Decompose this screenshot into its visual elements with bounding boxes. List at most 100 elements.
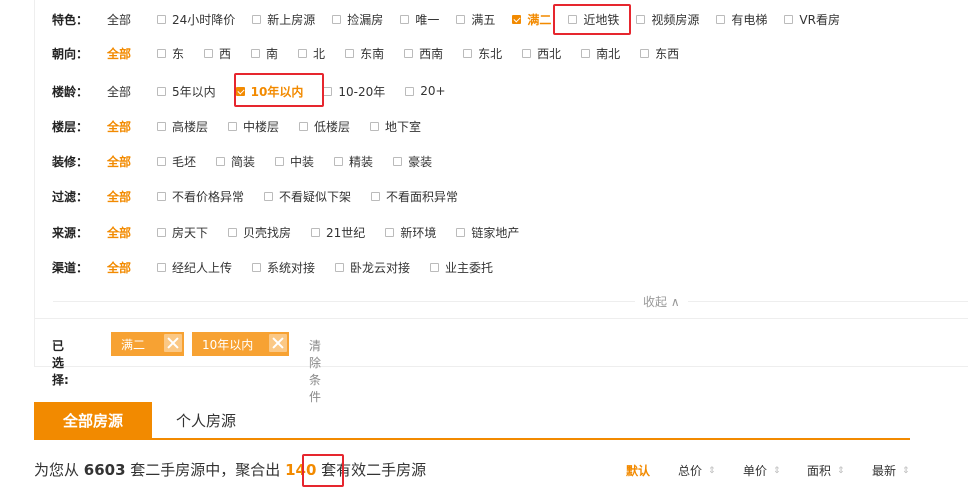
filter-option[interactable]: 21世纪 xyxy=(311,224,365,241)
filter-option[interactable]: 不看面积异常 xyxy=(371,188,458,205)
sort-option[interactable]: 默认 xyxy=(626,462,650,479)
filter-option[interactable]: 低楼层 xyxy=(299,118,350,135)
checkbox-icon[interactable] xyxy=(157,191,166,201)
tab-all-listings[interactable]: 全部房源 xyxy=(34,402,152,438)
filter-option[interactable]: 不看价格异常 xyxy=(157,188,244,205)
filter-option[interactable]: 24小时降价 xyxy=(157,11,235,28)
filter-option[interactable]: 满五 xyxy=(456,11,495,28)
filter-option[interactable]: 捡漏房 xyxy=(332,11,383,28)
filter-option[interactable]: 高楼层 xyxy=(157,118,208,135)
clear-conditions-link[interactable]: 清除条件 xyxy=(309,337,321,405)
sort-option[interactable]: 总价 ⇕ xyxy=(678,462,716,479)
filter-option[interactable]: 经纪人上传 xyxy=(157,259,232,276)
filter-option[interactable]: 豪装 xyxy=(393,153,432,170)
filter-option[interactable]: 西 xyxy=(204,45,231,62)
filter-all-option[interactable]: 全部 xyxy=(107,259,131,276)
filter-option[interactable]: 东南 xyxy=(345,45,384,62)
filter-option[interactable]: 5年以内 xyxy=(157,83,216,100)
filter-all-option[interactable]: 全部 xyxy=(107,224,131,241)
filter-option[interactable]: 南 xyxy=(251,45,278,62)
filter-option[interactable]: 中楼层 xyxy=(228,118,279,135)
checkbox-icon[interactable] xyxy=(157,48,166,58)
filter-all-option[interactable]: 全部 xyxy=(107,11,131,28)
checkbox-icon[interactable] xyxy=(456,227,466,237)
remove-tag-icon[interactable] xyxy=(269,334,287,352)
checkbox-icon[interactable] xyxy=(157,156,166,166)
filter-option[interactable]: 业主委托 xyxy=(430,259,493,276)
checkbox-icon[interactable] xyxy=(157,86,166,96)
filter-option[interactable]: 不看疑似下架 xyxy=(264,188,351,205)
checkbox-icon[interactable] xyxy=(393,156,403,166)
checkbox-icon[interactable] xyxy=(311,227,321,237)
filter-all-option[interactable]: 全部 xyxy=(107,118,131,135)
checkbox-icon[interactable] xyxy=(581,48,591,58)
checkbox-icon[interactable] xyxy=(157,14,166,24)
sort-option[interactable]: 最新 ⇕ xyxy=(872,462,910,479)
checkbox-icon[interactable] xyxy=(400,14,410,24)
checkbox-icon[interactable] xyxy=(405,86,415,96)
checkbox-icon[interactable] xyxy=(371,191,381,201)
filter-all-option[interactable]: 全部 xyxy=(107,188,131,205)
filter-option[interactable]: 视频房源 xyxy=(636,11,699,28)
filter-option[interactable]: 贝壳找房 xyxy=(228,224,291,241)
checkbox-icon[interactable] xyxy=(228,121,238,131)
remove-tag-icon[interactable] xyxy=(164,334,182,352)
checkbox-icon[interactable] xyxy=(716,14,726,24)
filter-option[interactable]: 东北 xyxy=(463,45,502,62)
checkbox-icon[interactable] xyxy=(335,262,345,272)
filter-option[interactable]: 东西 xyxy=(640,45,679,62)
filter-option[interactable]: 满二 xyxy=(512,11,551,28)
sort-option[interactable]: 面积 ⇕ xyxy=(807,462,845,479)
checkbox-icon[interactable] xyxy=(252,262,262,272)
filter-option[interactable]: 系统对接 xyxy=(252,259,315,276)
checkbox-checked-icon[interactable] xyxy=(512,14,522,24)
filter-all-option[interactable]: 全部 xyxy=(107,153,131,170)
checkbox-icon[interactable] xyxy=(404,48,414,58)
checkbox-icon[interactable] xyxy=(332,14,342,24)
checkbox-icon[interactable] xyxy=(298,48,308,58)
tab-personal-listings[interactable]: 个人房源 xyxy=(176,402,236,438)
checkbox-icon[interactable] xyxy=(204,48,214,58)
checkbox-icon[interactable] xyxy=(334,156,344,166)
filter-all-option[interactable]: 全部 xyxy=(107,83,131,100)
checkbox-icon[interactable] xyxy=(430,262,440,272)
filter-option[interactable]: 地下室 xyxy=(370,118,421,135)
checkbox-icon[interactable] xyxy=(456,14,466,24)
filter-option[interactable]: 精装 xyxy=(334,153,373,170)
filter-option[interactable]: 房天下 xyxy=(157,224,208,241)
filter-option[interactable]: 南北 xyxy=(581,45,620,62)
checkbox-icon[interactable] xyxy=(784,14,794,24)
filter-option[interactable]: 链家地产 xyxy=(456,224,519,241)
filter-option[interactable]: 唯一 xyxy=(400,11,439,28)
filter-option[interactable]: 西南 xyxy=(404,45,443,62)
filter-option[interactable]: 10-20年 xyxy=(323,83,385,100)
checkbox-icon[interactable] xyxy=(323,86,333,96)
filter-option[interactable]: VR看房 xyxy=(784,11,840,28)
filter-option[interactable]: 卧龙云对接 xyxy=(335,259,410,276)
checkbox-icon[interactable] xyxy=(636,14,646,24)
checkbox-icon[interactable] xyxy=(522,48,532,58)
filter-option[interactable]: 毛坯 xyxy=(157,153,196,170)
checkbox-icon[interactable] xyxy=(345,48,355,58)
collapse-button[interactable]: 收起 ∧ xyxy=(635,293,688,310)
filter-option[interactable]: 20+ xyxy=(405,84,446,98)
filter-option[interactable]: 新环境 xyxy=(385,224,436,241)
selected-tag[interactable]: 满二 xyxy=(111,332,184,356)
checkbox-icon[interactable] xyxy=(157,262,166,272)
checkbox-icon[interactable] xyxy=(264,191,274,201)
filter-option[interactable]: 北 xyxy=(298,45,325,62)
checkbox-icon[interactable] xyxy=(370,121,380,131)
checkbox-icon[interactable] xyxy=(157,227,166,237)
filter-option[interactable]: 西北 xyxy=(522,45,561,62)
filter-option[interactable]: 简装 xyxy=(216,153,255,170)
checkbox-icon[interactable] xyxy=(252,14,262,24)
checkbox-icon[interactable] xyxy=(228,227,238,237)
checkbox-icon[interactable] xyxy=(385,227,395,237)
checkbox-icon[interactable] xyxy=(463,48,473,58)
filter-option[interactable]: 新上房源 xyxy=(252,11,315,28)
checkbox-icon[interactable] xyxy=(640,48,650,58)
filter-option[interactable]: 东 xyxy=(157,45,184,62)
sort-option[interactable]: 单价 ⇕ xyxy=(743,462,781,479)
selected-tag[interactable]: 10年以内 xyxy=(192,332,289,356)
filter-all-option[interactable]: 全部 xyxy=(107,45,131,62)
